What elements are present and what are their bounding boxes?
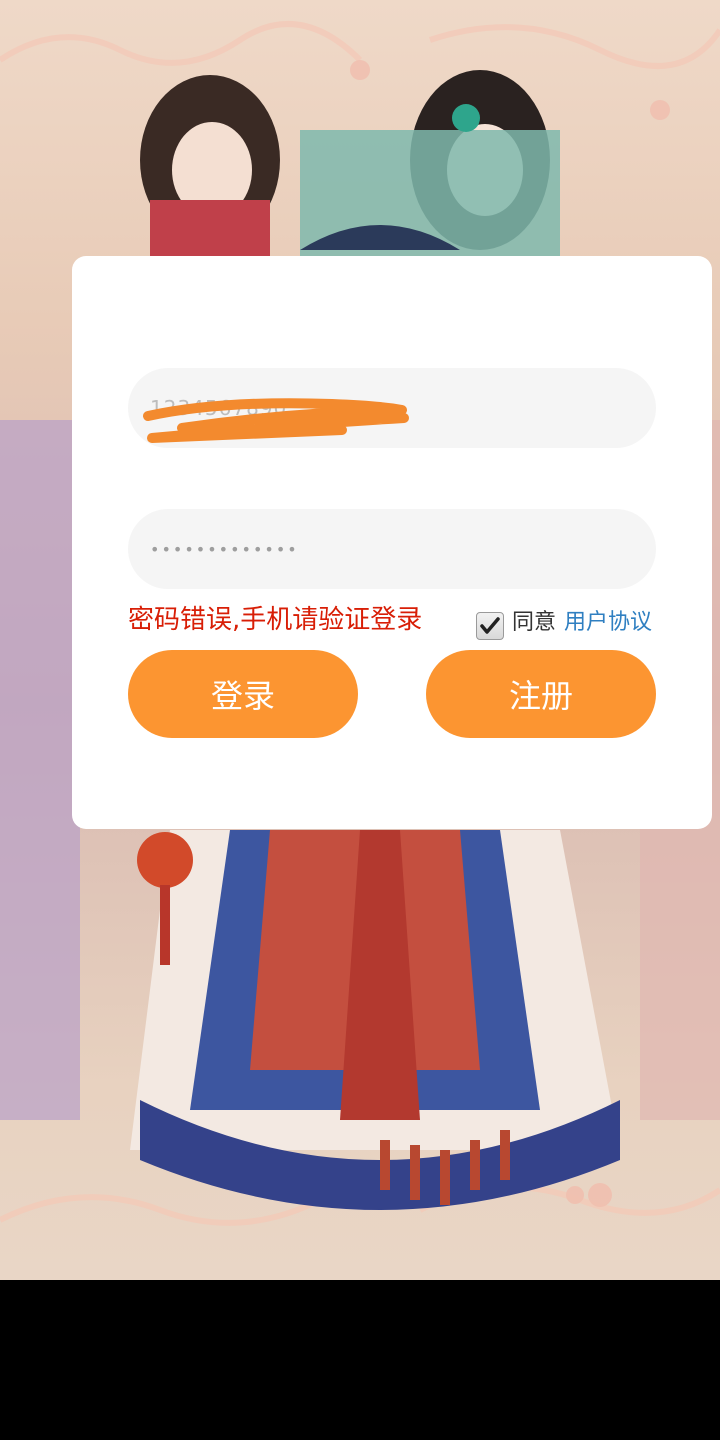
agreement-row: 同意 用户协议 <box>476 600 652 640</box>
password-input[interactable] <box>150 509 630 589</box>
phone-field[interactable] <box>128 368 656 448</box>
agree-label: 同意 <box>512 610 557 635</box>
login-dialog: 密码错误,手机请验证登录 同意 用户协议 登录 注册 <box>72 256 712 829</box>
password-field[interactable] <box>128 509 656 589</box>
bottom-black-bar <box>0 1280 720 1440</box>
checkmark-icon <box>480 617 500 634</box>
error-message: 密码错误,手机请验证登录 <box>128 605 423 635</box>
register-button[interactable]: 注册 <box>426 650 656 738</box>
phone-input[interactable] <box>150 368 630 448</box>
game-login-screen: 密码错误,手机请验证登录 同意 用户协议 登录 注册 <box>0 0 720 1440</box>
login-button[interactable]: 登录 <box>128 650 358 738</box>
user-agreement-link[interactable]: 用户协议 <box>564 604 652 636</box>
agree-checkbox[interactable] <box>476 612 504 640</box>
